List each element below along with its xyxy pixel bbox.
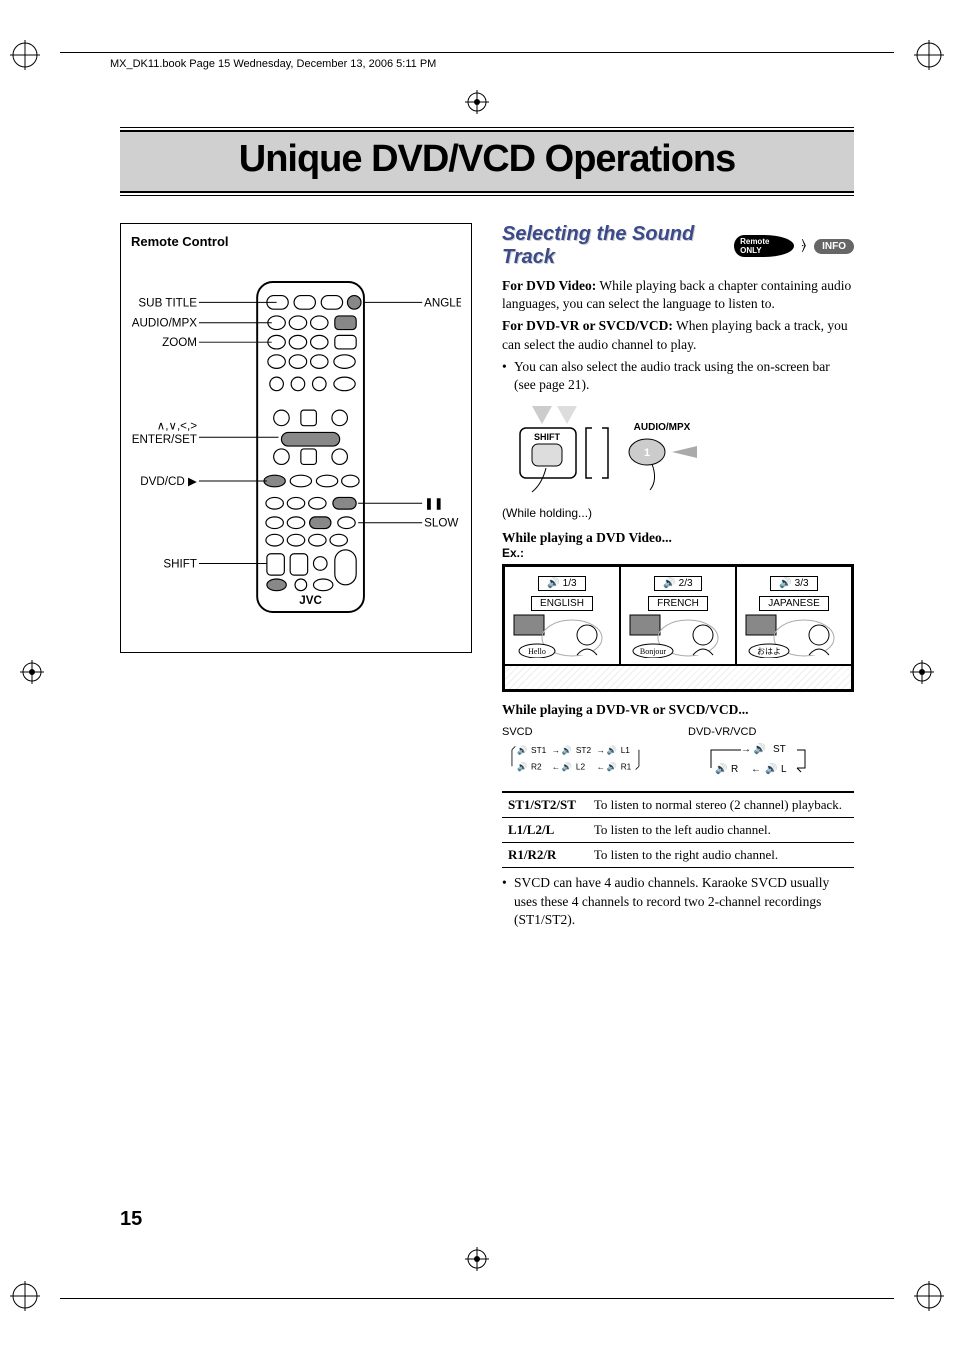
page-title-bar: Unique DVD/VCD Operations bbox=[120, 130, 854, 193]
bullet-item: You can also select the audio track usin… bbox=[502, 358, 854, 394]
svg-text:ST2: ST2 bbox=[576, 745, 592, 755]
holding-note: (While holding...) bbox=[502, 506, 854, 520]
note-list: SVCD can have 4 audio channels. Karaoke … bbox=[502, 874, 854, 929]
crop-mark-icon bbox=[10, 1281, 40, 1311]
lang-cell: 🔊 2/3 FRENCH Bonjour bbox=[620, 566, 736, 665]
cycle-title: DVD-VR/VCD bbox=[688, 726, 854, 738]
section-title: Selecting the Sound Track bbox=[502, 223, 726, 269]
svg-text:→: → bbox=[552, 745, 560, 755]
cycle-title: SVCD bbox=[502, 726, 668, 738]
lang-grid-footer bbox=[504, 665, 852, 690]
register-mark-icon bbox=[20, 660, 44, 684]
svg-text:🔊: 🔊 bbox=[517, 762, 527, 773]
subheading: While playing a DVD Video... bbox=[502, 530, 854, 546]
cycle-diagrams: SVCD 🔊 ST1 → 🔊 ST2 → 🔊 L1 🔊 R2 ← 🔊 L2 ← 🔊 R1 bbox=[502, 726, 854, 781]
frame-line bbox=[60, 52, 894, 53]
svg-text:❚❚: ❚❚ bbox=[424, 497, 443, 510]
document-header-meta: MX_DK11.book Page 15 Wednesday, December… bbox=[110, 58, 436, 70]
signal-icon: ⦒ bbox=[802, 238, 807, 254]
svg-text:🔊: 🔊 bbox=[607, 762, 617, 773]
svg-text:←: ← bbox=[751, 764, 761, 775]
svg-text:おはよ: おはよ bbox=[757, 647, 781, 656]
remote-only-badge: Remote ONLY bbox=[734, 235, 793, 257]
svg-text:SHIFT: SHIFT bbox=[163, 557, 197, 570]
svg-text:→ 🔊: → 🔊 bbox=[741, 742, 766, 755]
svg-text:🔊: 🔊 bbox=[517, 745, 527, 756]
crop-mark-icon bbox=[914, 1281, 944, 1311]
info-badge: INFO bbox=[814, 239, 854, 254]
svg-text:DVD/CD ▶: DVD/CD ▶ bbox=[140, 475, 198, 488]
shift-button-diagram: SHIFT AUDIO/MPX 1 bbox=[502, 406, 854, 506]
svg-text:SLOW −,+: SLOW −,+ bbox=[424, 517, 461, 530]
svg-text:∧,∨,<,>: ∧,∨,<,> bbox=[157, 420, 197, 433]
svg-text:ST1: ST1 bbox=[531, 745, 547, 755]
paragraph: For DVD Video: While playing back a chap… bbox=[502, 277, 854, 313]
svg-text:←: ← bbox=[597, 762, 605, 772]
register-mark-icon bbox=[910, 660, 934, 684]
table-row: L1/L2/LTo listen to the left audio chann… bbox=[502, 818, 854, 843]
lang-cell: 🔊 1/3 ENGLISH Hello bbox=[504, 566, 620, 665]
svg-text:🔊: 🔊 bbox=[562, 745, 572, 756]
svg-text:🔊: 🔊 bbox=[715, 762, 727, 775]
crop-mark-icon bbox=[10, 40, 40, 70]
svg-text:SHIFT: SHIFT bbox=[534, 432, 561, 442]
svg-text:JVC: JVC bbox=[299, 594, 322, 607]
remote-control-diagram: Remote Control bbox=[120, 223, 472, 653]
svg-text:🔊: 🔊 bbox=[607, 745, 617, 756]
svg-text:ENTER/SET: ENTER/SET bbox=[132, 433, 197, 446]
table-row: ST1/ST2/STTo listen to normal stereo (2 … bbox=[502, 792, 854, 818]
table-row: R1/R2/RTo listen to the right audio chan… bbox=[502, 843, 854, 868]
svg-text:Hello: Hello bbox=[528, 647, 546, 656]
svg-text:SUB TITLE: SUB TITLE bbox=[138, 296, 197, 309]
svg-text:←: ← bbox=[552, 762, 560, 772]
svg-text:→: → bbox=[597, 745, 605, 755]
remote-box-title: Remote Control bbox=[131, 234, 461, 249]
svg-text:L: L bbox=[781, 764, 787, 775]
page-number: 15 bbox=[120, 1208, 142, 1231]
note-item: SVCD can have 4 audio channels. Karaoke … bbox=[502, 874, 854, 929]
example-label: Ex.: bbox=[502, 546, 854, 560]
lang-cell: 🔊 3/3 JAPANESE おはよ bbox=[736, 566, 852, 665]
audio-channel-table: ST1/ST2/STTo listen to normal stereo (2 … bbox=[502, 791, 854, 868]
paragraph: For DVD-VR or SVCD/VCD: When playing bac… bbox=[502, 317, 854, 353]
svg-text:ST: ST bbox=[773, 744, 786, 755]
svg-text:🔊: 🔊 bbox=[562, 762, 572, 773]
subheading: While playing a DVD-VR or SVCD/VCD... bbox=[502, 702, 854, 718]
bullet-list: You can also select the audio track usin… bbox=[502, 358, 854, 394]
svg-text:AUDIO/MPX: AUDIO/MPX bbox=[132, 317, 197, 330]
svg-text:L2: L2 bbox=[576, 762, 586, 772]
frame-line bbox=[60, 1298, 894, 1299]
svg-text:ANGLE: ANGLE bbox=[424, 296, 461, 309]
remote-illustration: JVC SUB TITLE AUDIO bbox=[131, 257, 461, 637]
language-example-grid: 🔊 1/3 ENGLISH Hello 🔊 2/3 FRENCH Bonjour… bbox=[502, 564, 854, 692]
svg-text:R: R bbox=[731, 764, 738, 775]
svg-text:L1: L1 bbox=[621, 745, 631, 755]
svg-text:AUDIO/MPX: AUDIO/MPX bbox=[634, 422, 691, 433]
svg-text:R2: R2 bbox=[531, 762, 542, 772]
page-title: Unique DVD/VCD Operations bbox=[120, 138, 854, 181]
svg-text:1: 1 bbox=[644, 447, 650, 459]
svg-text:R1: R1 bbox=[621, 762, 632, 772]
svg-text:🔊: 🔊 bbox=[765, 762, 777, 775]
crop-mark-icon bbox=[914, 40, 944, 70]
svg-text:Bonjour: Bonjour bbox=[640, 647, 667, 656]
register-mark-icon bbox=[465, 90, 489, 114]
svg-text:ZOOM: ZOOM bbox=[162, 336, 197, 349]
